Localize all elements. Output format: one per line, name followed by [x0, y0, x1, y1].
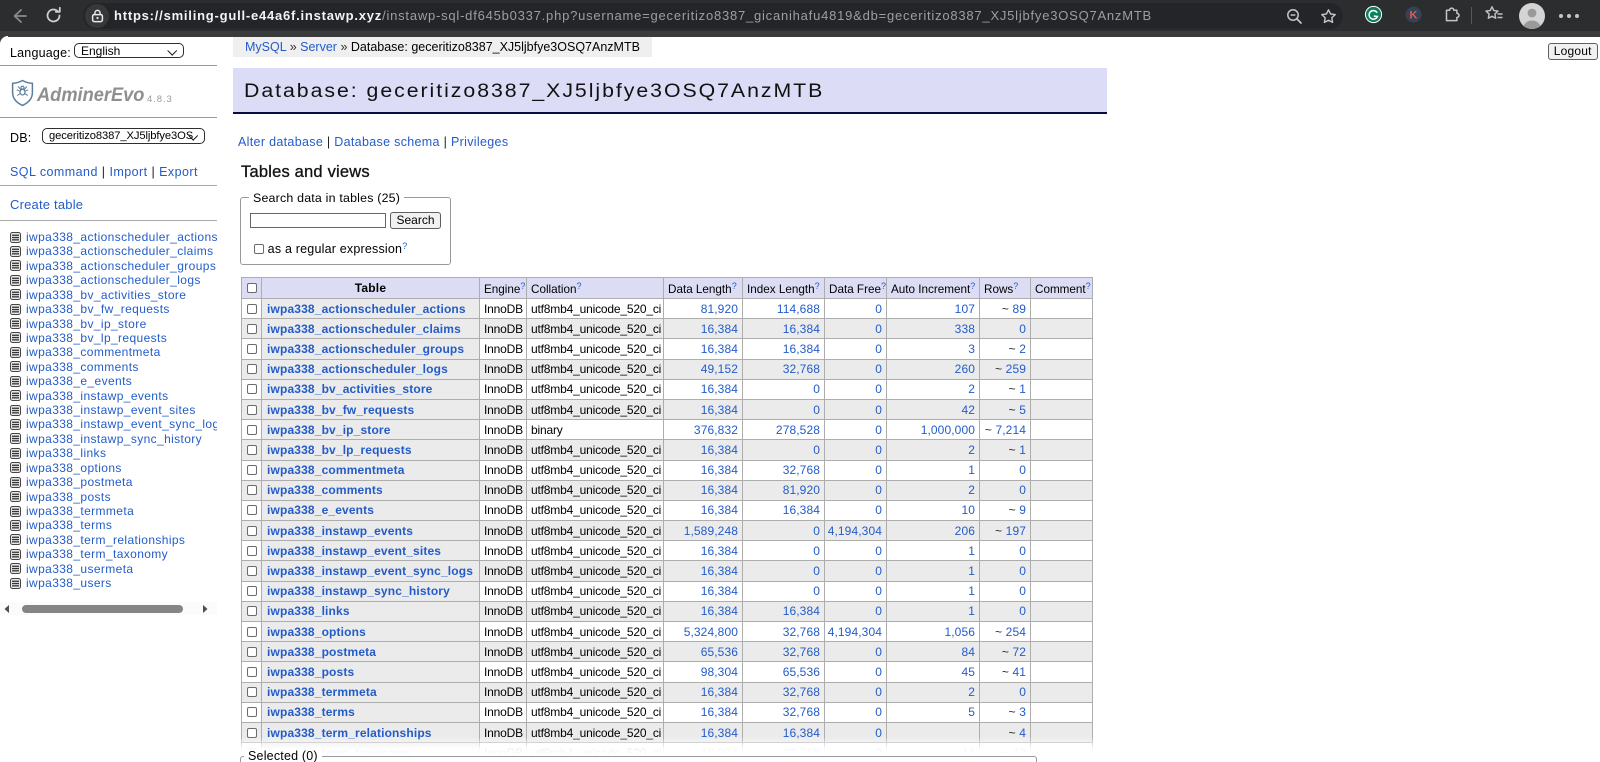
svg-text:K: K	[1410, 9, 1418, 21]
